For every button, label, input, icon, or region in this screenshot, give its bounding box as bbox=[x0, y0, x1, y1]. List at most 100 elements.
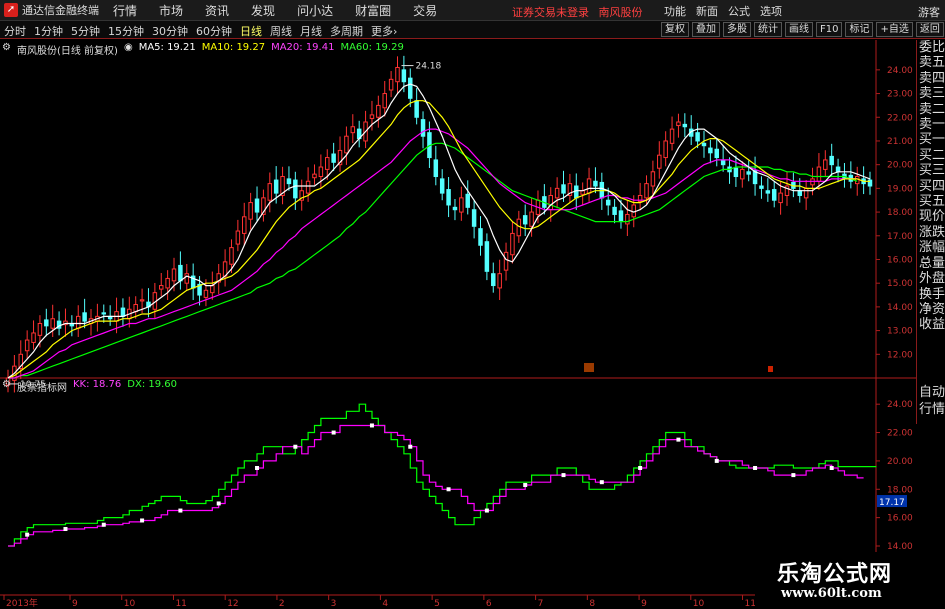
menu-item-news[interactable]: 资讯 bbox=[205, 2, 229, 19]
time-tick-label: 10 bbox=[124, 599, 136, 609]
menu-item-new-page[interactable]: 新面 bbox=[696, 3, 718, 19]
period-tab-60min[interactable]: 60分钟 bbox=[196, 23, 232, 39]
tool-mark-button[interactable]: 标记 bbox=[845, 22, 874, 37]
period-tab-more[interactable]: 更多› bbox=[371, 23, 397, 39]
candle-body bbox=[829, 155, 834, 166]
candle-body bbox=[293, 179, 298, 199]
settings-dot-icon[interactable]: ◉ bbox=[124, 42, 133, 57]
candle-body bbox=[618, 210, 624, 223]
chart-area[interactable]: 24.00 23.00 22.00 21.00 20.00 19.00 18.00 17.00… bbox=[0, 40, 916, 609]
candle-body bbox=[803, 187, 809, 199]
candle-body bbox=[516, 218, 522, 237]
candle-body bbox=[714, 148, 719, 159]
quote-field-16: 换手 bbox=[919, 286, 945, 302]
quote-field-12: 涨跌 bbox=[919, 224, 945, 240]
quote-field-14: 总量 bbox=[919, 255, 945, 271]
candle-body bbox=[31, 332, 36, 343]
menu-item-function[interactable]: 功能 bbox=[664, 3, 686, 19]
kk-signal-dot bbox=[255, 466, 260, 470]
candle-body bbox=[439, 178, 445, 194]
period-tab-multi[interactable]: 多周期 bbox=[330, 23, 363, 39]
tool-overlay-button[interactable]: 叠加 bbox=[692, 22, 720, 37]
menu-item-options[interactable]: 选项 bbox=[760, 3, 782, 19]
candle-body bbox=[210, 285, 215, 294]
period-tab-weekly[interactable]: 周线 bbox=[270, 23, 292, 39]
candle-body bbox=[522, 215, 528, 225]
auto-quote-label-1[interactable]: 行情 bbox=[917, 401, 945, 418]
candle-body bbox=[740, 168, 745, 180]
indicator-legend: ⚙ 股票指标网 KK: 18.76 DX: 19.60 bbox=[2, 379, 183, 394]
candle-body bbox=[44, 319, 49, 327]
period-tab-monthly[interactable]: 月线 bbox=[300, 23, 322, 39]
kk-signal-dot bbox=[216, 501, 221, 506]
period-tab-daily[interactable]: 日线 bbox=[240, 23, 262, 39]
tool-back-button[interactable]: 返回 bbox=[915, 22, 944, 37]
candle-body bbox=[574, 185, 579, 199]
period-tab-15min[interactable]: 15分钟 bbox=[108, 23, 144, 39]
kk-signal-dot bbox=[523, 483, 528, 488]
candle-body bbox=[267, 183, 273, 201]
auto-quote-label-0[interactable]: 自动 bbox=[917, 384, 945, 401]
candle-body bbox=[708, 147, 713, 154]
candle-body bbox=[657, 154, 662, 169]
menu-item-market[interactable]: 市场 bbox=[159, 2, 183, 19]
candle-body bbox=[720, 159, 726, 166]
price-tick-label: 24.00 bbox=[887, 66, 913, 76]
kk-signal-dot bbox=[599, 480, 604, 485]
time-tick-label: 5 bbox=[434, 599, 440, 609]
price-tick-label: 13.00 bbox=[887, 327, 913, 337]
candle-body bbox=[554, 187, 560, 199]
tool-add-watchlist-button[interactable]: +自选 bbox=[876, 22, 913, 37]
candle-body bbox=[605, 199, 611, 206]
candle-body bbox=[695, 132, 700, 142]
menu-item-formula[interactable]: 公式 bbox=[728, 3, 750, 19]
menu-item-trade[interactable]: 交易 bbox=[413, 2, 437, 19]
candle-body bbox=[663, 140, 668, 159]
menu-item-wealth-circle[interactable]: 财富圈 bbox=[355, 2, 391, 19]
candle-body bbox=[101, 312, 107, 315]
period-tab-1min[interactable]: 1分钟 bbox=[34, 23, 63, 39]
kk-signal-dot bbox=[178, 508, 183, 513]
watermark: 乐淘公式网 www.60lt.com bbox=[755, 552, 945, 609]
indicator-tick-label: 14.00 bbox=[887, 542, 913, 552]
guest-user[interactable]: 游客 bbox=[918, 4, 940, 20]
tool-draw-button[interactable]: 画线 bbox=[785, 22, 813, 37]
quote-field-8: 买三 bbox=[919, 163, 945, 179]
candle-body bbox=[669, 128, 675, 144]
trade-login-notice[interactable]: 证券交易未登录 南风股份 bbox=[512, 4, 643, 20]
candle-body bbox=[401, 69, 407, 83]
gear-icon[interactable]: ⚙ bbox=[2, 42, 11, 57]
quote-field-15: 外盘 bbox=[919, 271, 945, 287]
price-tick-label: 21.00 bbox=[887, 137, 913, 147]
candle-body bbox=[369, 114, 375, 119]
period-tabs: 分时 1分钟 5分钟 15分钟 30分钟 60分钟 日线 周线 月线 多周期 更… bbox=[4, 23, 405, 39]
quote-field-17: 净资 bbox=[919, 301, 945, 317]
gear-icon[interactable]: ⚙ bbox=[2, 379, 11, 394]
tool-multi-stock-button[interactable]: 多股 bbox=[723, 22, 751, 37]
period-tab-intraday[interactable]: 分时 bbox=[4, 23, 26, 39]
time-tick-label: 2013年 bbox=[6, 597, 38, 609]
kk-signal-dot bbox=[25, 532, 30, 537]
legend-ma10: MA10: 19.27 bbox=[201, 42, 266, 53]
legend-ma5: MA5: 19.21 bbox=[138, 42, 196, 53]
candle-body bbox=[235, 230, 241, 245]
candle-body bbox=[746, 171, 751, 175]
menu-item-discover[interactable]: 发现 bbox=[251, 2, 275, 19]
period-tab-30min[interactable]: 30分钟 bbox=[152, 23, 188, 39]
stock-name-header: 南风股份 bbox=[598, 6, 643, 19]
kk-signal-dot bbox=[829, 466, 834, 470]
tool-adjust-button[interactable]: 复权 bbox=[661, 22, 689, 37]
price-tick-label: 22.00 bbox=[887, 113, 913, 123]
watermark-title: 乐淘公式网 bbox=[777, 562, 893, 587]
candle-body bbox=[24, 339, 30, 352]
kk-signal-dot bbox=[293, 444, 298, 449]
kk-signal-dot bbox=[446, 487, 451, 492]
menu-item-ask-xiaoda[interactable]: 问小达 bbox=[297, 2, 333, 19]
login-status[interactable]: 证券交易未登录 bbox=[512, 6, 589, 19]
app-title: 通达信金融终端 bbox=[22, 4, 99, 17]
tool-f10-button[interactable]: F10 bbox=[816, 22, 843, 37]
tool-stats-button[interactable]: 统计 bbox=[754, 22, 782, 37]
menu-item-quotes[interactable]: 行情 bbox=[113, 2, 137, 19]
period-tab-5min[interactable]: 5分钟 bbox=[71, 23, 100, 39]
candle-body bbox=[631, 204, 636, 218]
